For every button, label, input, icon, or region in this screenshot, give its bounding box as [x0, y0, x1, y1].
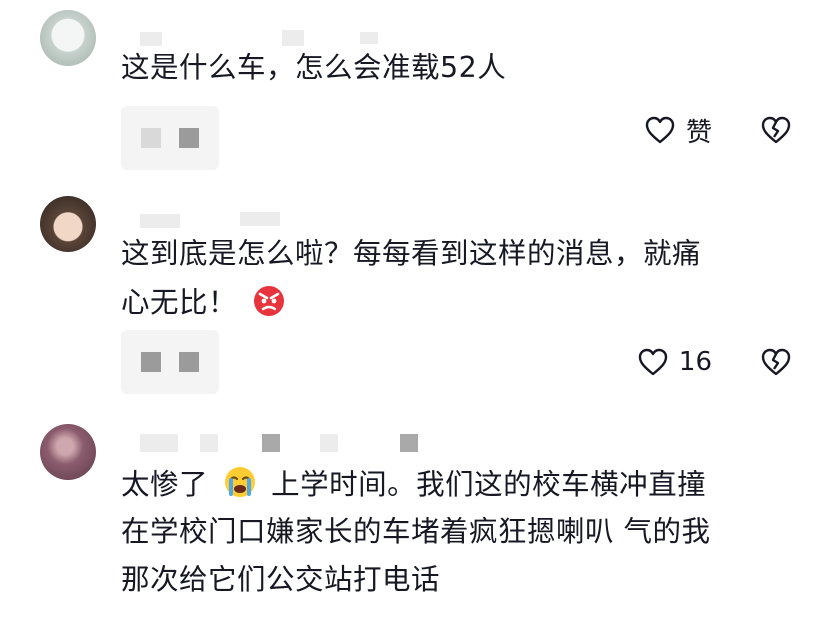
- username-redacted: [200, 434, 218, 452]
- avatar[interactable]: [40, 424, 96, 480]
- username-redacted: [262, 434, 280, 452]
- broken-heart-icon: [761, 116, 791, 144]
- crying-face-emoji: [224, 467, 255, 497]
- comment-text: 心无比！: [121, 286, 238, 319]
- comment-actions: 16: [637, 342, 792, 382]
- avatar[interactable]: [40, 196, 96, 252]
- reply-button[interactable]: [121, 106, 219, 170]
- comment-text-line-1: 太惨了 上学时间。我们这的校车横冲直撞: [121, 464, 801, 505]
- like-count: 赞: [685, 117, 712, 148]
- username-redacted: [140, 434, 178, 452]
- comment-text: 那次给它们公交站打电话: [121, 563, 441, 596]
- username-redacted: [140, 214, 180, 228]
- like-button[interactable]: 赞: [644, 112, 712, 149]
- dislike-button[interactable]: [760, 347, 792, 377]
- username-redacted: [140, 32, 162, 46]
- username-redacted: [320, 434, 338, 452]
- heart-outline-icon: [645, 116, 675, 144]
- comment-text: 这是什么车，怎么会准载52人: [121, 51, 507, 84]
- broken-heart-icon: [761, 348, 791, 376]
- username-redacted: [400, 434, 418, 452]
- comment-text-line-2: 心无比！: [121, 282, 801, 323]
- username-redacted: [360, 32, 378, 44]
- comment-text: 在学校门口嫌家长的车堵着疯狂摁喇叭 气的我: [121, 515, 711, 548]
- heart-outline-icon: [638, 348, 668, 376]
- avatar[interactable]: [40, 10, 96, 66]
- reply-button[interactable]: [121, 330, 219, 394]
- like-button[interactable]: 16: [637, 347, 712, 377]
- dislike-button[interactable]: [760, 115, 792, 145]
- username-redacted: [240, 212, 280, 226]
- comment-text: 这到底是怎么啦？每每看到这样的消息，就痛: [121, 237, 702, 270]
- angry-face-emoji: [253, 286, 284, 316]
- like-count: 16: [678, 347, 712, 377]
- comment-text: 太惨了: [121, 468, 209, 501]
- username-redacted: [282, 30, 304, 46]
- comment-text: 上学时间。我们这的校车横冲直撞: [271, 468, 707, 501]
- comment-actions: 赞: [644, 110, 792, 150]
